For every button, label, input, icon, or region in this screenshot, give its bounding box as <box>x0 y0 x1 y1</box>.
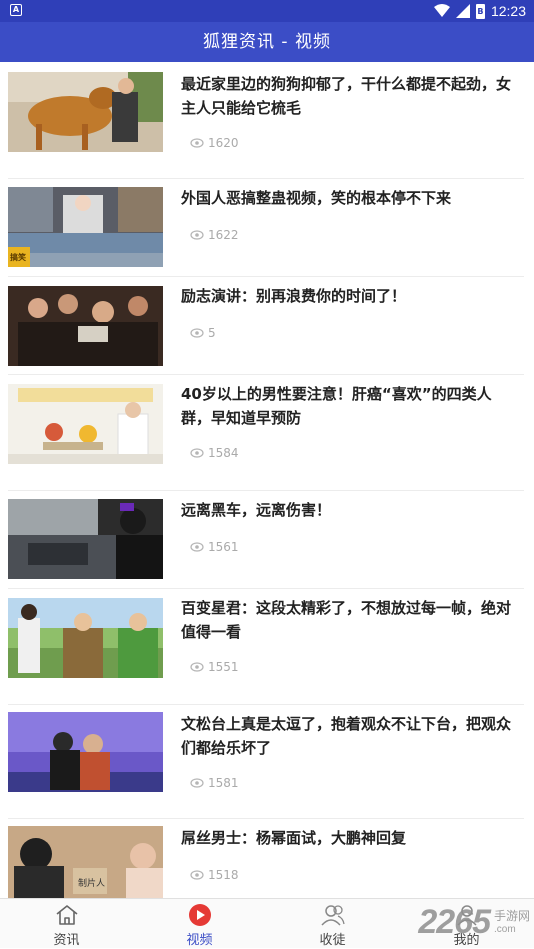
site-watermark: 2265 手游网 .com <box>418 903 530 942</box>
list-item[interactable]: 制片人 屌丝男士：杨幂面试，大鹏神回复 1518 <box>8 818 524 898</box>
eye-icon <box>190 448 204 458</box>
thumbnail-caption: 制片人 <box>78 879 106 889</box>
video-thumbnail[interactable] <box>8 598 163 678</box>
video-thumbnail[interactable] <box>8 712 163 792</box>
list-item[interactable]: 最近家里边的狗狗抑郁了，干什么都提不起劲，女主人只能给它梳毛 1620 <box>8 62 524 179</box>
list-item[interactable]: 百变星君：这段太精彩了，不想放过每一帧，绝对值得一看 1551 <box>8 588 524 705</box>
bottom-tab-bar: 资讯 视频 收徒 我的 2265 手游网 .com <box>0 898 534 948</box>
watermark-url: .com <box>493 923 516 935</box>
video-thumbnail[interactable] <box>8 72 163 152</box>
users-icon <box>321 905 345 926</box>
eye-icon <box>190 230 204 240</box>
thumbnail-tag: 搞笑 <box>10 253 26 262</box>
tab-label: 资讯 <box>53 933 80 948</box>
video-feed-list[interactable]: 最近家里边的狗狗抑郁了，干什么都提不起劲，女主人只能给它梳毛 1620 搞笑 外… <box>0 62 534 898</box>
list-item[interactable]: 40岁以上的男性要注意！肝癌“喜欢”的四类人群，早知道早预防 1584 <box>8 374 524 491</box>
view-count-value: 1561 <box>208 540 239 554</box>
list-item[interactable]: 文松台上真是太逗了，抱着观众不让下台，把观众们都给乐坏了 1581 <box>8 704 524 819</box>
tab-label: 视频 <box>186 933 213 948</box>
status-time: 12:23 <box>490 3 526 19</box>
video-thumbnail[interactable]: 制片人 <box>8 826 163 898</box>
list-item[interactable]: 励志演讲：别再浪费你的时间了！ 5 <box>8 276 524 375</box>
tab-news[interactable]: 资讯 <box>0 899 133 949</box>
view-count: 1620 <box>190 136 239 150</box>
view-count: 1551 <box>190 660 239 674</box>
video-thumbnail[interactable] <box>8 384 163 464</box>
list-item[interactable]: 搞笑 外国人恶搞整蛊视频，笑的根本停不下来 1622 <box>8 178 524 277</box>
video-title[interactable]: 屌丝男士：杨幂面试，大鹏神回复 <box>181 826 521 850</box>
eye-icon <box>190 138 204 148</box>
wifi-icon <box>433 4 450 17</box>
view-count-value: 1518 <box>208 868 239 882</box>
eye-icon <box>190 662 204 672</box>
view-count-value: 1622 <box>208 228 239 242</box>
battery-icon: B <box>475 3 485 19</box>
view-count-value: 1581 <box>208 776 239 790</box>
view-count: 1622 <box>190 228 239 242</box>
tab-label: 收徒 <box>319 933 346 948</box>
video-title[interactable]: 文松台上真是太逗了，抱着观众不让下台，把观众们都给乐坏了 <box>181 712 521 760</box>
eye-icon <box>190 328 204 338</box>
status-bar: A B 12:23 <box>0 0 534 22</box>
video-title[interactable]: 40岁以上的男性要注意！肝癌“喜欢”的四类人群，早知道早预防 <box>181 382 521 430</box>
signal-icon <box>455 4 470 18</box>
video-title[interactable]: 励志演讲：别再浪费你的时间了！ <box>181 284 521 308</box>
view-count-value: 1620 <box>208 136 239 150</box>
view-count: 5 <box>190 326 216 340</box>
video-title[interactable]: 最近家里边的狗狗抑郁了，干什么都提不起劲，女主人只能给它梳毛 <box>181 72 521 120</box>
view-count: 1584 <box>190 446 239 460</box>
play-icon <box>189 904 211 926</box>
eye-icon <box>190 778 204 788</box>
watermark-number: 2265 <box>418 903 491 941</box>
page-title: 狐狸资讯 - 视频 <box>203 32 331 52</box>
video-thumbnail[interactable]: 搞笑 <box>8 187 163 267</box>
tab-video[interactable]: 视频 <box>133 899 266 949</box>
view-count-value: 1584 <box>208 446 239 460</box>
app-notification-icon: A <box>10 4 22 16</box>
app-bar: 狐狸资讯 - 视频 <box>0 22 534 62</box>
watermark-site-name: 手游网 <box>493 908 530 923</box>
video-title[interactable]: 远离黑车，远离伤害！ <box>181 498 521 522</box>
video-title[interactable]: 外国人恶搞整蛊视频，笑的根本停不下来 <box>181 186 521 210</box>
video-thumbnail[interactable] <box>8 499 163 579</box>
view-count-value: 5 <box>208 326 216 340</box>
video-title[interactable]: 百变星君：这段太精彩了，不想放过每一帧，绝对值得一看 <box>181 596 521 644</box>
list-item[interactable]: 远离黑车，远离伤害！ 1561 <box>8 490 524 589</box>
view-count: 1581 <box>190 776 239 790</box>
eye-icon <box>190 870 204 880</box>
view-count: 1518 <box>190 868 239 882</box>
view-count-value: 1551 <box>208 660 239 674</box>
tab-apprentice[interactable]: 收徒 <box>266 899 399 949</box>
video-thumbnail[interactable] <box>8 286 163 366</box>
eye-icon <box>190 542 204 552</box>
view-count: 1561 <box>190 540 239 554</box>
home-icon <box>56 905 78 925</box>
